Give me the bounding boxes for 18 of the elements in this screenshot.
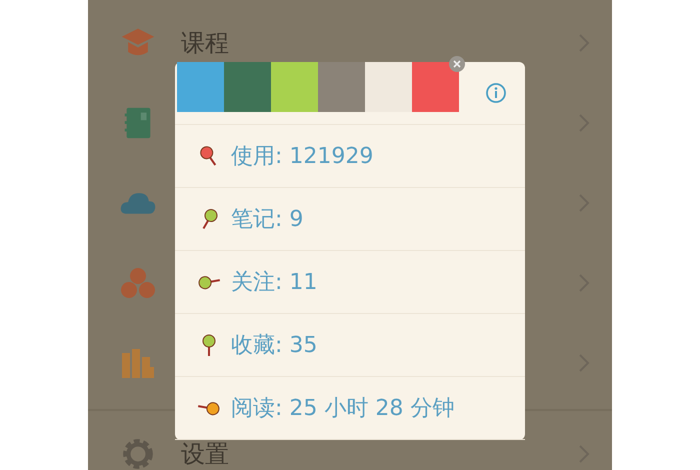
color-swatch[interactable] — [271, 62, 318, 112]
stat-text: 笔记: 9 — [231, 206, 304, 234]
stat-text: 使用: 121929 — [231, 143, 374, 171]
gear-icon — [120, 437, 156, 470]
color-swatch[interactable] — [318, 62, 365, 112]
close-icon[interactable] — [449, 56, 465, 72]
color-swatch[interactable] — [177, 62, 224, 112]
color-swatch[interactable] — [412, 62, 459, 112]
info-icon[interactable] — [485, 82, 507, 104]
menu-label[interactable]: 课程 — [181, 29, 229, 57]
color-swatch[interactable] — [224, 62, 271, 112]
stat-text: 收藏: 35 — [231, 332, 318, 360]
circles-icon — [120, 266, 156, 300]
stat-text: 阅读: 25 小时 28 分钟 — [231, 395, 454, 423]
stat-text: 关注: 11 — [231, 269, 318, 297]
color-swatch[interactable] — [365, 62, 412, 112]
menu-label[interactable]: 设置 — [181, 440, 229, 468]
books-icon — [120, 346, 156, 380]
